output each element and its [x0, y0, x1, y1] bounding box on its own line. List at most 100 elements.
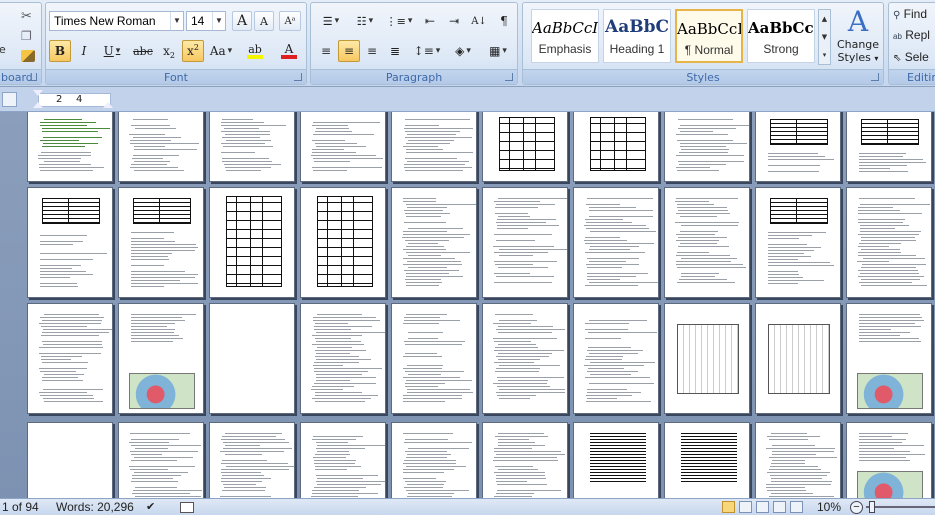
- page-thumbnail[interactable]: [300, 422, 386, 498]
- align-right-button[interactable]: ≡: [361, 40, 383, 62]
- styles-launcher[interactable]: [871, 73, 879, 81]
- line-spacing-button[interactable]: ↕≡ ▾: [411, 40, 443, 62]
- outline-view-button[interactable]: [773, 501, 786, 513]
- page-thumbnail[interactable]: [209, 112, 295, 182]
- page-thumbnail[interactable]: [846, 112, 932, 182]
- superscript-button[interactable]: x2: [182, 40, 204, 62]
- italic-button[interactable]: I: [73, 40, 95, 62]
- page-thumbnail[interactable]: [755, 303, 841, 414]
- bullets-button[interactable]: ☰ ▾: [315, 10, 347, 32]
- underline-button[interactable]: U ▾: [97, 40, 127, 62]
- find-button[interactable]: ⚲ Find: [893, 7, 927, 21]
- page-thumbnail[interactable]: [118, 187, 204, 298]
- align-left-button[interactable]: ≡: [315, 40, 337, 62]
- page-thumbnail[interactable]: [118, 112, 204, 182]
- grow-font-button[interactable]: A: [232, 11, 252, 31]
- bold-button[interactable]: B: [49, 40, 71, 62]
- page-thumbnail[interactable]: [482, 422, 568, 498]
- zoom-slider[interactable]: [866, 506, 935, 508]
- strikethrough-button[interactable]: abc: [130, 40, 156, 62]
- page-thumbnail[interactable]: [482, 303, 568, 414]
- proofing-icon[interactable]: ✔: [146, 500, 155, 513]
- page-thumbnail[interactable]: [391, 303, 477, 414]
- print-layout-view-button[interactable]: [722, 501, 735, 513]
- page-thumbnail[interactable]: [391, 112, 477, 182]
- align-center-button[interactable]: ≡: [338, 40, 360, 62]
- style-strong[interactable]: AaBbCcI Strong: [747, 9, 815, 63]
- change-case-button[interactable]: Aa ▾: [206, 40, 236, 62]
- cut-icon[interactable]: ✂: [21, 9, 32, 24]
- page-thumbnail[interactable]: [27, 422, 113, 498]
- highlight-button[interactable]: ab: [239, 40, 271, 62]
- page-thumbnail[interactable]: [300, 112, 386, 182]
- page-thumbnail[interactable]: [27, 112, 113, 182]
- zoom-slider-thumb[interactable]: [869, 501, 875, 513]
- page-thumbnail[interactable]: [209, 422, 295, 498]
- font-size-select[interactable]: 14 ▼: [186, 11, 226, 31]
- document-canvas[interactable]: [0, 112, 935, 498]
- change-styles-button[interactable]: A Change Styles ▾: [833, 6, 883, 68]
- draft-view-button[interactable]: [790, 501, 803, 513]
- page-thumbnail[interactable]: [573, 112, 659, 182]
- page-thumbnail[interactable]: [755, 422, 841, 498]
- format-painter-icon[interactable]: [21, 50, 35, 62]
- page-thumbnail[interactable]: [664, 303, 750, 414]
- page-thumbnail[interactable]: [482, 187, 568, 298]
- macro-record-icon[interactable]: [180, 502, 194, 513]
- paragraph-launcher[interactable]: [505, 73, 513, 81]
- increase-indent-button[interactable]: ⇥: [443, 10, 465, 32]
- page-thumbnail[interactable]: [27, 303, 113, 414]
- clear-formatting-button[interactable]: Aᵃ: [279, 11, 301, 31]
- page-thumbnail[interactable]: [664, 422, 750, 498]
- word-count[interactable]: Words: 20,296: [56, 500, 134, 514]
- tab-selector-icon[interactable]: [2, 92, 17, 107]
- borders-button[interactable]: ▦ ▾: [482, 40, 514, 62]
- web-layout-view-button[interactable]: [756, 501, 769, 513]
- subscript-button[interactable]: x2: [158, 40, 180, 62]
- page-thumbnail[interactable]: [391, 422, 477, 498]
- shading-button[interactable]: ◈ ▾: [447, 40, 479, 62]
- style-emphasis[interactable]: AaBbCcI Emphasis: [531, 9, 599, 63]
- first-line-indent-marker[interactable]: [33, 90, 43, 96]
- page-thumbnail[interactable]: [755, 187, 841, 298]
- style-normal[interactable]: AaBbCcI ¶ Normal: [675, 9, 743, 63]
- page-thumbnail[interactable]: [391, 187, 477, 298]
- zoom-level[interactable]: 10%: [817, 500, 841, 514]
- page-thumbnail[interactable]: [482, 112, 568, 182]
- page-thumbnail[interactable]: [846, 422, 932, 498]
- zoom-out-icon[interactable]: −: [850, 501, 863, 514]
- style-heading-1[interactable]: AaBbC Heading 1: [603, 9, 671, 63]
- page-count[interactable]: 1 of 94: [2, 500, 39, 514]
- page-thumbnail[interactable]: [300, 303, 386, 414]
- page-thumbnail[interactable]: [118, 422, 204, 498]
- shrink-font-button[interactable]: A: [254, 11, 274, 31]
- horizontal-ruler[interactable]: 2 4: [0, 87, 935, 112]
- font-color-button[interactable]: A: [274, 40, 304, 62]
- page-thumbnail[interactable]: [118, 303, 204, 414]
- styles-scroll[interactable]: ▲ ▼ ▾: [818, 9, 831, 65]
- scroll-up-icon[interactable]: ▲: [819, 10, 830, 28]
- page-thumbnail[interactable]: [300, 187, 386, 298]
- multilevel-list-button[interactable]: ⋮≡ ▾: [383, 10, 415, 32]
- page-thumbnail[interactable]: [664, 187, 750, 298]
- page-thumbnail[interactable]: [755, 112, 841, 182]
- page-thumbnail[interactable]: [573, 303, 659, 414]
- page-thumbnail[interactable]: [846, 187, 932, 298]
- page-thumbnail[interactable]: [27, 187, 113, 298]
- page-thumbnail[interactable]: [209, 303, 295, 414]
- clipboard-launcher[interactable]: [29, 73, 37, 81]
- show-marks-button[interactable]: ¶: [493, 10, 515, 32]
- page-thumbnail[interactable]: [573, 422, 659, 498]
- justify-button[interactable]: ≣: [384, 40, 406, 62]
- page-thumbnail[interactable]: [664, 112, 750, 182]
- replace-button[interactable]: ab Repl: [893, 28, 930, 42]
- page-thumbnail[interactable]: [846, 303, 932, 414]
- hanging-indent-marker[interactable]: [33, 102, 43, 108]
- numbering-button[interactable]: ☷ ▾: [349, 10, 381, 32]
- page-thumbnail[interactable]: [573, 187, 659, 298]
- select-button[interactable]: ⇖ Sele: [893, 50, 929, 64]
- font-launcher[interactable]: [294, 73, 302, 81]
- more-styles-icon[interactable]: ▾: [819, 46, 830, 64]
- font-family-select[interactable]: Times New Roman ▼: [49, 11, 184, 31]
- copy-icon[interactable]: ❐: [21, 29, 32, 43]
